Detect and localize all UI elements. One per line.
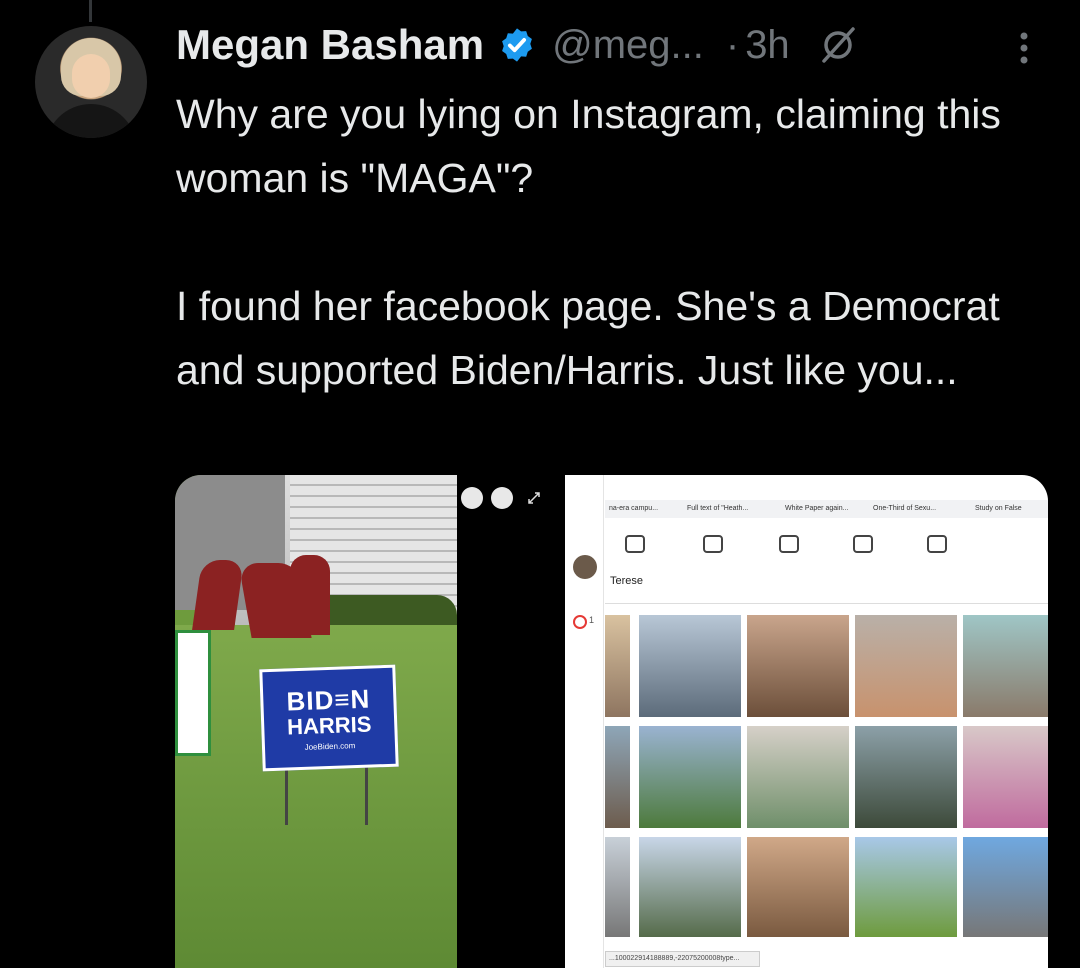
grid-photo: [963, 726, 1048, 828]
tweet-paragraph: I found her facebook page. She's a Democ…: [176, 283, 1000, 393]
expand-icon: [528, 492, 540, 504]
facebook-screenshot: 1 na-era campu... Full text of "Heath...…: [565, 475, 1048, 968]
grid-photo: [963, 615, 1048, 717]
bookmark-item: White Paper again...: [785, 505, 849, 512]
gaming-icon: [927, 535, 947, 553]
sign-line-1: BID≡N: [285, 683, 371, 716]
fb-sidebar: 1: [565, 475, 604, 968]
status-url: ...100022914188889,-22075200008type...: [605, 951, 760, 967]
biden-harris-sign: BID≡N HARRIS JoeBiden.com: [259, 664, 399, 772]
grid-photo: [605, 726, 630, 828]
meta-separator: ·: [725, 22, 740, 67]
sign-url: JoeBiden.com: [304, 740, 356, 752]
verified-badge-icon: [502, 28, 532, 62]
more-options-icon[interactable]: [1010, 26, 1038, 70]
author-avatar[interactable]: [35, 26, 147, 138]
grid-photo: [747, 726, 849, 828]
grid-photo: [855, 726, 957, 828]
grid-photo: [605, 837, 630, 937]
browser-bookmarks: na-era campu... Full text of "Heath... W…: [605, 500, 1048, 518]
grid-photo: [639, 726, 741, 828]
grid-photo: [639, 615, 741, 717]
bookmark-item: One-Third of Sexu...: [873, 505, 937, 512]
home-icon: [625, 535, 645, 553]
grid-photo: [605, 615, 630, 717]
green-yard-sign: [175, 630, 211, 756]
tweet-header: Megan Basham @meg... · 3h: [176, 18, 858, 72]
author-name[interactable]: Megan Basham: [176, 21, 484, 69]
grid-photo: [639, 837, 741, 937]
grok-icon[interactable]: [818, 25, 858, 65]
fb-profile-name: Terese: [610, 575, 644, 587]
author-handle[interactable]: @meg...: [552, 23, 704, 68]
sign-line-2: HARRIS: [286, 711, 372, 739]
zoom-out-icon: [491, 487, 513, 509]
photo-grid: [605, 615, 1048, 968]
grid-photo: [855, 837, 957, 937]
grid-photo: [963, 837, 1048, 937]
reaction-count: 1: [589, 615, 595, 625]
grid-photo: [855, 615, 957, 717]
grid-photo: [747, 837, 849, 937]
tweet-paragraph: Why are you lying on Instagram, claiming…: [176, 91, 1001, 201]
marketplace-icon: [779, 535, 799, 553]
tweet-timestamp[interactable]: 3h: [745, 23, 790, 68]
thread-connector-line: [89, 0, 92, 22]
groups-icon: [853, 535, 873, 553]
heart-icon: [573, 615, 587, 629]
bookmark-item: Study on False: [975, 505, 1022, 512]
tweet-media-image[interactable]: BID≡N HARRIS JoeBiden.com 1 na-era campu…: [175, 475, 1048, 968]
video-icon: [703, 535, 723, 553]
grid-photo: [747, 615, 849, 717]
fb-avatar: [573, 555, 597, 579]
viewer-gutter: [457, 475, 565, 968]
bookmark-item: na-era campu...: [609, 505, 659, 512]
yard-photo: BID≡N HARRIS JoeBiden.com: [175, 475, 485, 968]
bookmark-item: Full text of "Heath...: [687, 505, 749, 512]
tweet-text: Why are you lying on Instagram, claiming…: [176, 82, 1056, 402]
zoom-in-icon: [461, 487, 483, 509]
